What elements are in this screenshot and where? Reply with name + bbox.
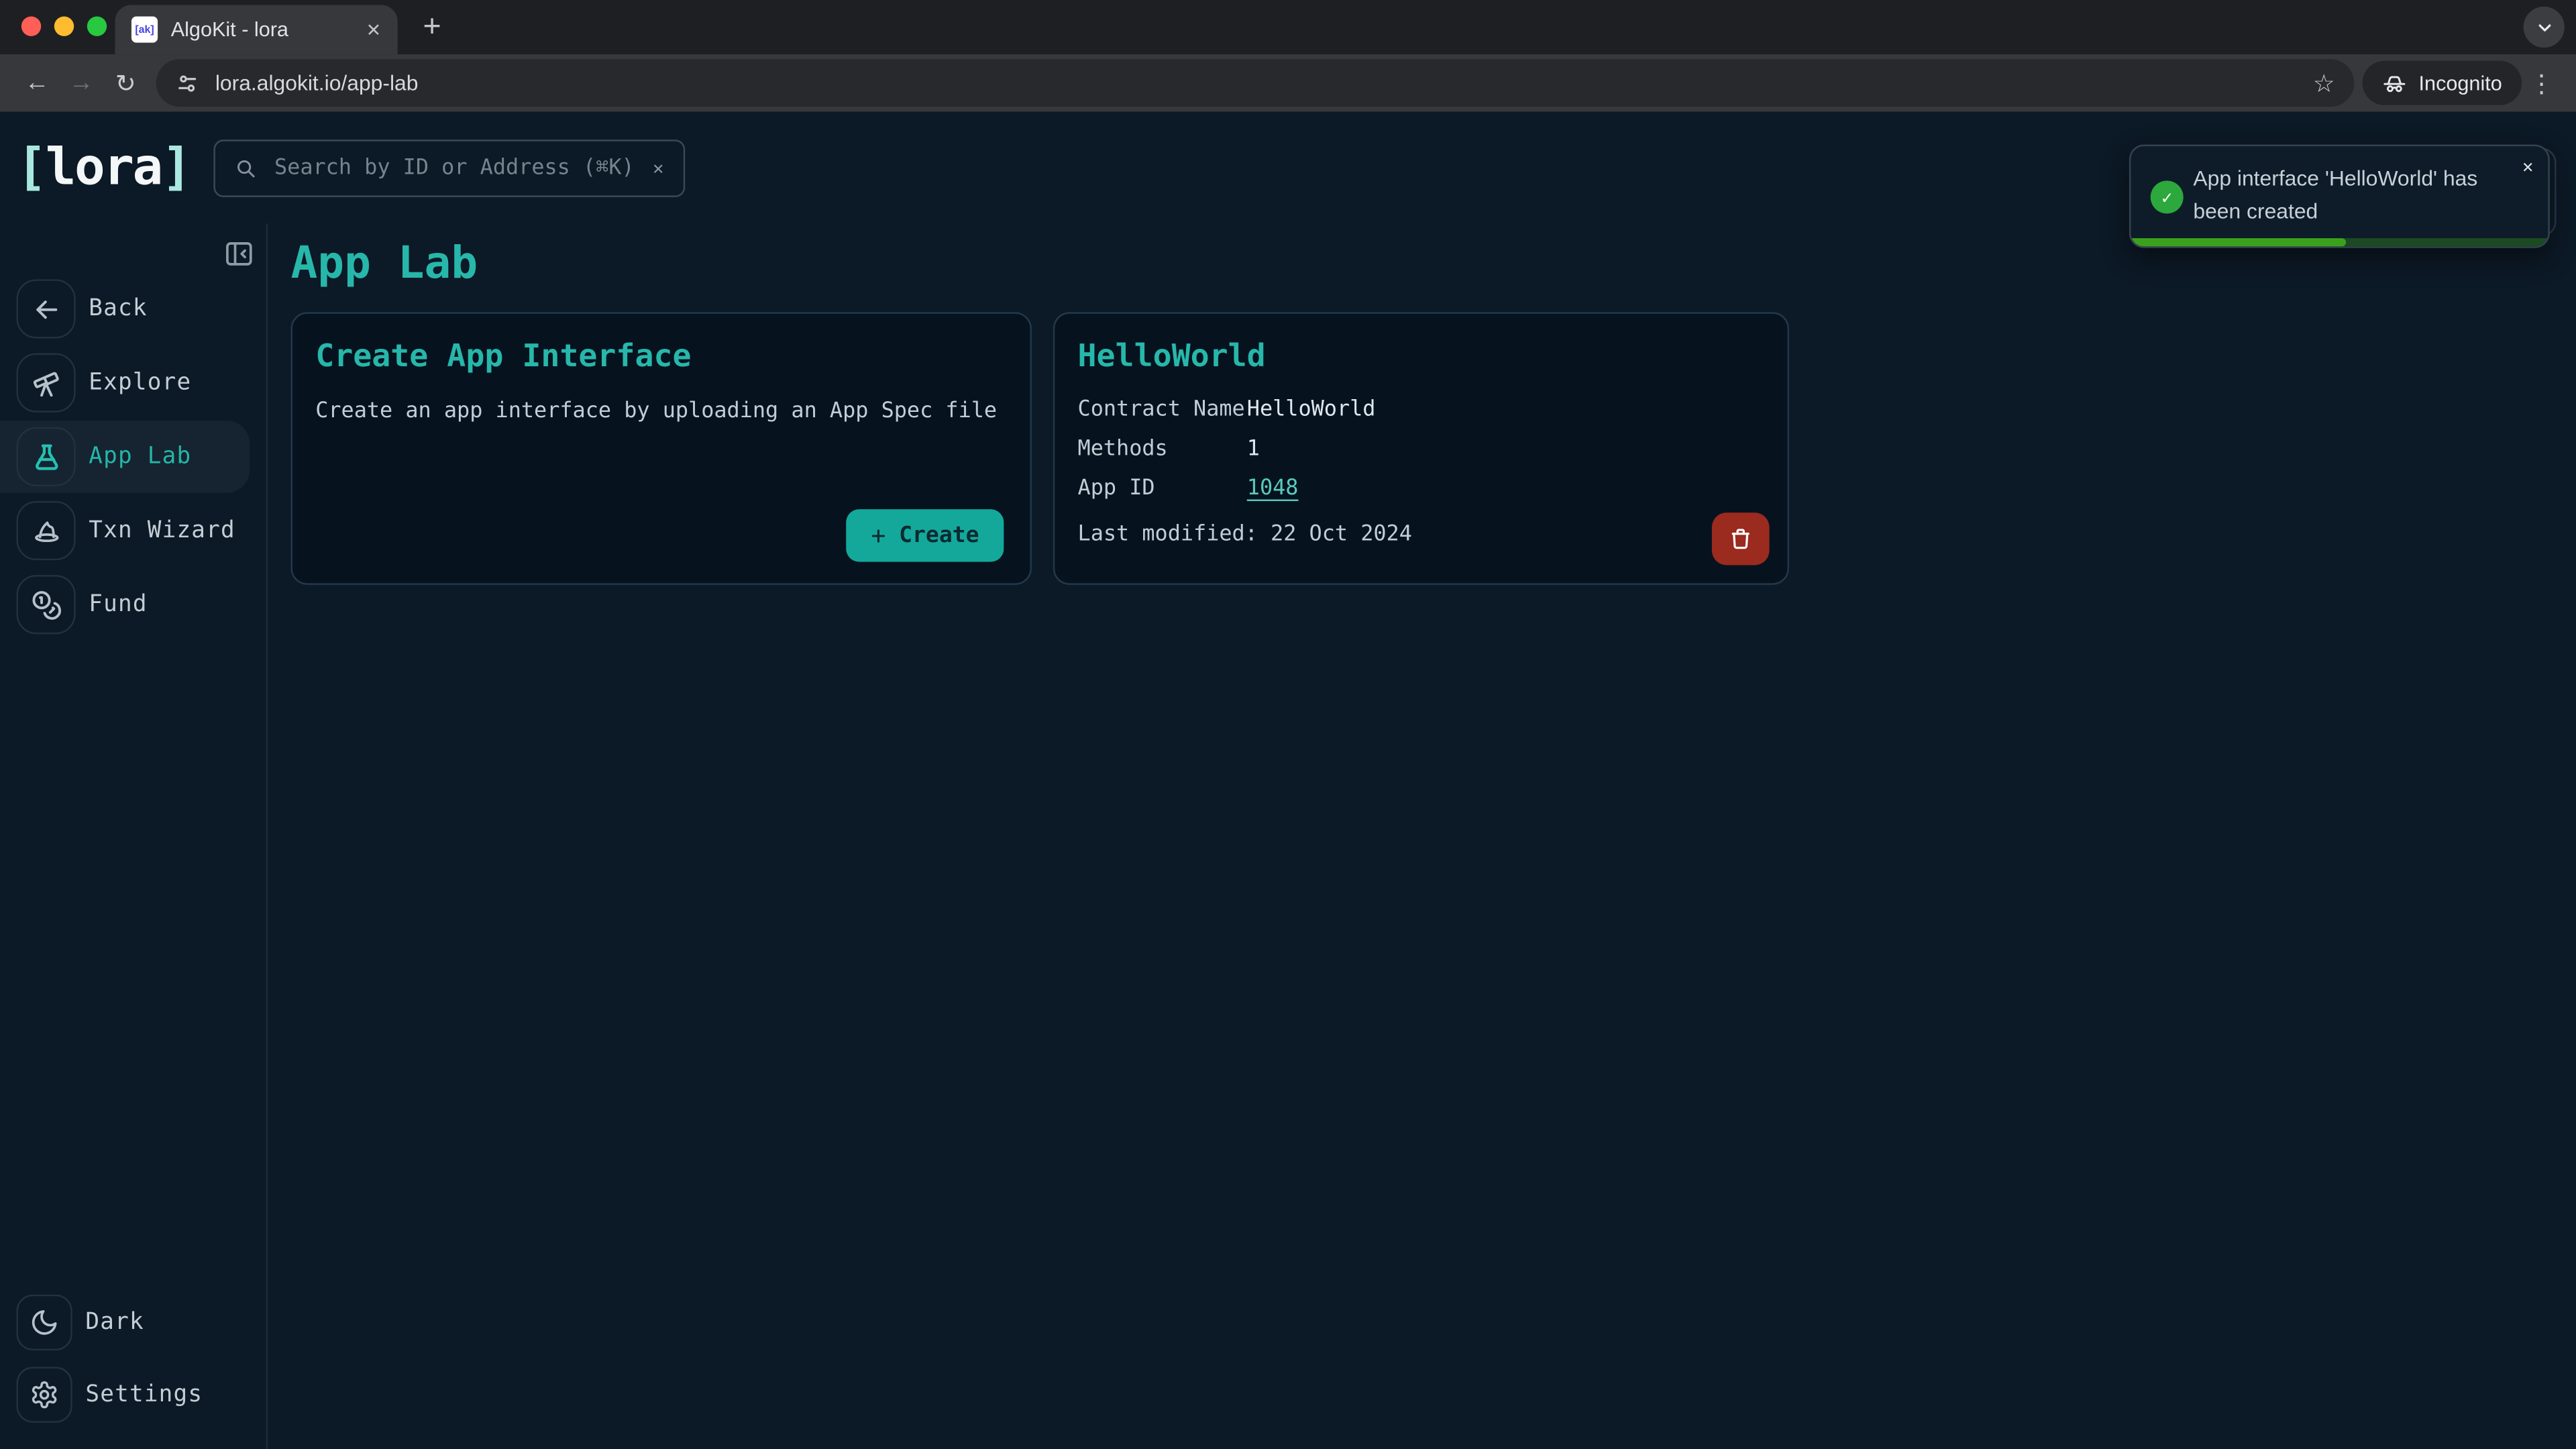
sidebar-item-app-lab[interactable]: App Lab — [0, 421, 250, 493]
logo-bracket: ] — [162, 137, 191, 196]
window-zoom-button[interactable] — [87, 16, 107, 36]
chevron-down-icon — [2534, 17, 2554, 37]
create-button-label: Create — [899, 523, 979, 549]
card-title: Create App Interface — [315, 338, 1007, 374]
app-interface-card-helloworld: HelloWorld Contract Name HelloWorld Meth… — [1053, 312, 1789, 585]
sidebar-item-fund[interactable]: Fund — [0, 568, 266, 641]
row-label: Contract Name — [1078, 398, 1247, 423]
lora-app-page: [lora] ✕ — [0, 112, 2576, 1449]
sidebar-item-settings[interactable]: Settings — [0, 1367, 266, 1423]
card-title: HelloWorld — [1078, 338, 1765, 374]
arrow-left-icon — [16, 279, 75, 338]
app-id-row: App ID 1048 — [1078, 476, 1765, 501]
algokit-favicon: [ak] — [131, 16, 158, 42]
row-value: 1 — [1247, 437, 1260, 462]
create-app-interface-card: Create App Interface Create an app inter… — [290, 312, 1031, 585]
row-label: Methods — [1078, 437, 1247, 462]
sidebar-item-back[interactable]: Back — [0, 273, 266, 345]
last-modified-text: Last modified: 22 Oct 2024 — [1078, 523, 1412, 547]
url-text: lora.algokit.io/app-lab — [215, 70, 419, 95]
sidebar-footer: Dark Settings — [0, 1295, 266, 1423]
search-clear-icon[interactable]: ✕ — [653, 157, 663, 178]
screen: [ak] AlgoKit - lora ✕ + ← → ↻ lora.algok… — [0, 0, 2576, 1449]
sidebar-item-label: Fund — [89, 592, 147, 618]
flask-icon — [16, 427, 75, 486]
gear-icon — [16, 1367, 72, 1423]
wizard-hat-icon — [16, 501, 75, 560]
toast-notification: ✓ App interface 'HelloWorld' has been cr… — [2129, 145, 2550, 248]
window-minimize-button[interactable] — [54, 16, 74, 36]
address-bar[interactable]: lora.algokit.io/app-lab ☆ — [156, 59, 2355, 107]
back-button[interactable]: ← — [15, 60, 59, 106]
browser-tab-strip: [ak] AlgoKit - lora ✕ + — [0, 0, 2576, 54]
logo-name: lora — [46, 137, 162, 196]
sidebar-item-explore[interactable]: Explore — [0, 347, 266, 419]
logo-bracket: [ — [16, 137, 45, 196]
toast-progress-bar — [2131, 238, 2548, 246]
new-tab-button[interactable]: + — [411, 7, 453, 50]
sidebar-item-label: App Lab — [89, 443, 191, 470]
search-input[interactable] — [271, 154, 638, 182]
browser-toolbar: ← → ↻ lora.algokit.io/app-lab ☆ Incognit… — [0, 54, 2576, 112]
row-value: HelloWorld — [1247, 398, 1376, 423]
sidebar-item-txn-wizard[interactable]: Txn Wizard — [0, 494, 266, 567]
sidebar-collapse-button[interactable] — [220, 235, 258, 272]
main-content: App Lab Create App Interface Create an a… — [268, 223, 2576, 1449]
incognito-icon — [2383, 70, 2408, 95]
incognito-label: Incognito — [2419, 72, 2502, 95]
row-label: App ID — [1078, 476, 1247, 501]
card-description: Create an app interface by uploading an … — [315, 399, 1007, 424]
tab-search-button[interactable] — [2524, 7, 2565, 48]
sidebar-item-label: Settings — [85, 1382, 203, 1408]
lora-logo[interactable]: [lora] — [16, 142, 191, 193]
create-button[interactable]: + Create — [847, 509, 1004, 561]
moon-icon — [16, 1295, 72, 1350]
contract-name-row: Contract Name HelloWorld — [1078, 398, 1765, 423]
app-content: Back Explore App Lab — [0, 223, 2576, 1449]
sidebar: Back Explore App Lab — [0, 223, 268, 1449]
refresh-button[interactable]: ↻ — [103, 60, 148, 106]
delete-button[interactable] — [1712, 513, 1770, 565]
sidebar-item-label: Dark — [85, 1309, 144, 1336]
sidebar-item-label: Txn Wizard — [89, 517, 235, 543]
window-close-button[interactable] — [21, 16, 41, 36]
tab-close-icon[interactable]: ✕ — [366, 19, 382, 40]
trash-icon — [1728, 526, 1753, 552]
sidebar-item-theme-dark[interactable]: Dark — [0, 1295, 266, 1350]
forward-button[interactable]: → — [59, 60, 103, 106]
toast-message: App interface 'HelloWorld' has been crea… — [2193, 162, 2505, 227]
telescope-icon — [16, 354, 75, 413]
toast-progress-fill — [2131, 238, 2345, 246]
incognito-badge: Incognito — [2363, 61, 2522, 105]
sidebar-item-label: Back — [89, 296, 147, 322]
panel-collapse-icon — [223, 238, 255, 270]
toast-close-icon[interactable]: ✕ — [2522, 156, 2533, 178]
cards-row: Create App Interface Create an app inter… — [290, 312, 2549, 585]
window-controls — [21, 16, 107, 36]
sidebar-item-label: Explore — [89, 370, 191, 396]
browser-tab[interactable]: [ak] AlgoKit - lora ✕ — [115, 5, 397, 54]
search-icon — [235, 157, 256, 178]
browser-menu-button[interactable]: ⋮ — [2522, 68, 2561, 98]
coins-icon — [16, 575, 75, 634]
search-box[interactable]: ✕ — [213, 139, 685, 197]
app-id-link[interactable]: 1048 — [1247, 476, 1299, 501]
site-settings-icon[interactable] — [176, 72, 199, 95]
plus-icon: + — [871, 521, 885, 550]
tab-title: AlgoKit - lora — [171, 18, 288, 41]
success-check-icon: ✓ — [2151, 180, 2184, 213]
bookmark-star-icon[interactable]: ☆ — [2313, 68, 2335, 98]
methods-row: Methods 1 — [1078, 437, 1765, 462]
sidebar-nav: Back Explore App Lab — [0, 273, 266, 641]
